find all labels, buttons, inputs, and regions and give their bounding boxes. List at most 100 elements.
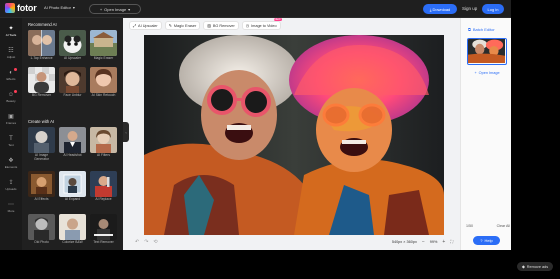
batch-label: Batch Editor xyxy=(472,26,495,32)
tool-thumbnail xyxy=(28,127,55,153)
gem-icon: ◆ xyxy=(521,265,525,269)
tool-label: Text Remover xyxy=(93,240,114,244)
quick-tools-bar: ⤢ AI Upscaler ✎ Magic Eraser ▨ BG Remove… xyxy=(129,18,282,31)
magic-eraser-button[interactable]: ✎ Magic Eraser xyxy=(164,21,201,30)
tool-label: AI Filters xyxy=(96,153,110,157)
image-thumbnail[interactable] xyxy=(467,38,507,65)
tool-thumbnail xyxy=(59,171,86,197)
tool-card-ai-headshot[interactable]: AI Headshot xyxy=(59,127,86,158)
tool-card-1-tap-enhance[interactable]: 1-Tap Enhance xyxy=(28,30,55,61)
tool-card-colorize-bw[interactable]: Colorize B&W xyxy=(59,214,86,245)
clear-all-button[interactable]: Clear All xyxy=(497,224,510,228)
open-image-panel-button[interactable]: + Open Image xyxy=(468,68,506,77)
rail-item-label: Adjust xyxy=(6,54,16,59)
open-image-button[interactable]: + Open Image ▾ xyxy=(89,4,141,14)
log-in-button[interactable]: Log in xyxy=(482,4,504,14)
batch-icon: ⧉ xyxy=(468,26,471,32)
zoom-in-icon[interactable]: + xyxy=(442,239,445,245)
tool-label: AI Upscaler xyxy=(63,56,82,60)
bg-remove-icon: ▨ xyxy=(207,24,211,28)
sign-up-link[interactable]: Sign up xyxy=(462,6,477,11)
tool-card-old-photo[interactable]: Old Photo xyxy=(28,214,55,245)
editor-mode-select[interactable]: AI Photo Editor ▾ xyxy=(44,5,75,10)
tool-thumbnail xyxy=(59,127,86,153)
zoom-out-icon[interactable]: − xyxy=(422,239,425,245)
notification-dot xyxy=(14,90,17,93)
tool-thumbnail xyxy=(90,30,117,56)
sparkle-icon: ✦ xyxy=(8,25,14,32)
adjust-icon: ☷ xyxy=(8,47,14,54)
right-panel: ⧉ Batch Editor + Open Image 1/50 Clear A… xyxy=(460,18,511,250)
more-icon: ⋯ xyxy=(8,201,14,208)
plus-icon: + xyxy=(474,70,477,75)
editor-mode-label: AI Photo Editor xyxy=(44,5,71,10)
chevron-down-icon: ▾ xyxy=(128,6,131,12)
tool-card-ai-filters[interactable]: AI Filters xyxy=(90,127,117,158)
tool-card-face-unblur[interactable]: Face Unblur xyxy=(59,67,86,98)
rail-item-label: Effects xyxy=(6,76,16,81)
tool-label: BG Remover xyxy=(212,23,235,28)
batch-editor-button[interactable]: ⧉ Batch Editor xyxy=(468,25,495,33)
tool-thumbnail xyxy=(90,67,117,93)
tool-thumbnail xyxy=(59,67,86,93)
tool-label: AI Image Generator xyxy=(34,153,49,161)
rail-item-adjust[interactable]: ☷ Adjust xyxy=(0,42,22,64)
rail-item-label: Frames xyxy=(5,120,17,125)
help-button[interactable]: ? Help xyxy=(473,236,500,245)
tool-card-ai-expand[interactable]: AI Expand xyxy=(59,171,86,202)
bg-remover-button[interactable]: ▨ BG Remover xyxy=(203,21,239,30)
undo-icon[interactable]: ↶ xyxy=(135,239,139,245)
zoom-level[interactable]: 99% xyxy=(430,240,438,244)
tool-label: Old Photo xyxy=(34,240,49,244)
collapse-panel-handle[interactable]: ‹ xyxy=(123,122,129,142)
tool-card-ai-replace[interactable]: AI Replace xyxy=(90,171,117,202)
rail-item-label: Elements xyxy=(4,164,18,169)
canvas-bottom-bar: ↶ ↷ ⟲ 540px × 360px − 99% + ⛶ xyxy=(129,237,453,247)
rail-item-ai-tools[interactable]: ✦ AI Tools xyxy=(0,20,22,42)
download-icon: ⤓ xyxy=(429,6,432,12)
tool-card-bg-remover[interactable]: BG Remover xyxy=(28,67,55,98)
tool-card-ai-skin-retouch[interactable]: AI Skin Retouch xyxy=(90,67,117,98)
rail-item-frames[interactable]: ▣ Frames xyxy=(0,108,22,130)
new-badge: NEW xyxy=(273,18,282,21)
rail-item-text[interactable]: T Text xyxy=(0,130,22,152)
rail-item-effects[interactable]: ◐ Effects xyxy=(0,64,22,86)
tool-thumbnail xyxy=(28,171,55,197)
canvas-photo[interactable] xyxy=(144,35,444,235)
chevron-left-icon: ‹ xyxy=(125,129,127,135)
effects-icon: ◐ xyxy=(9,69,13,76)
tool-card-ai-upscaler[interactable]: AI Upscaler xyxy=(59,30,86,61)
open-image-label: Open Image xyxy=(478,70,500,75)
rail-item-more[interactable]: ⋯ More xyxy=(0,196,22,218)
rail-item-uploads[interactable]: ⇪ Uploads xyxy=(0,174,22,196)
rail-item-label: More xyxy=(7,208,15,213)
download-label: Download xyxy=(432,6,451,12)
logo[interactable]: fotor xyxy=(5,3,37,13)
tool-card-ai-image-generator[interactable]: AI Image Generator xyxy=(28,127,55,161)
text-icon: T xyxy=(9,135,13,142)
eraser-icon: ✎ xyxy=(168,24,172,28)
tool-card-text-remover[interactable]: Text Remover xyxy=(90,214,117,245)
frame-icon: ▣ xyxy=(8,113,14,120)
download-button[interactable]: ⤓ Download xyxy=(423,4,457,14)
rail-item-beauty[interactable]: ☺ Beauty xyxy=(0,86,22,108)
tool-thumbnail xyxy=(59,30,86,56)
ai-upscaler-button[interactable]: ⤢ AI Upscaler xyxy=(129,21,162,30)
remove-ads-button[interactable]: ◆ Remove ads xyxy=(517,262,553,271)
rail-item-label: Text xyxy=(8,142,14,147)
image-to-video-button[interactable]: ◷ Image to Video NEW xyxy=(241,18,282,30)
canvas-dimensions[interactable]: 540px × 360px xyxy=(392,240,417,244)
rail-item-label: AI Tools xyxy=(5,32,17,37)
tool-label: BG Remover xyxy=(31,93,52,97)
fit-screen-icon[interactable]: ⛶ xyxy=(450,240,453,244)
tool-thumbnail xyxy=(59,214,86,240)
redo-icon[interactable]: ↷ xyxy=(144,239,148,245)
reset-icon[interactable]: ⟲ xyxy=(153,239,157,245)
rail-item-elements[interactable]: ❖ Elements xyxy=(0,152,22,174)
logo-text: fotor xyxy=(17,3,37,13)
tool-card-magic-eraser[interactable]: Magic Eraser xyxy=(90,30,117,61)
tool-card-ai-effects[interactable]: AI Effects xyxy=(28,171,55,202)
tool-thumbnail xyxy=(28,30,55,56)
video-icon: ◷ xyxy=(245,24,250,28)
open-image-label: Open Image xyxy=(104,6,127,12)
